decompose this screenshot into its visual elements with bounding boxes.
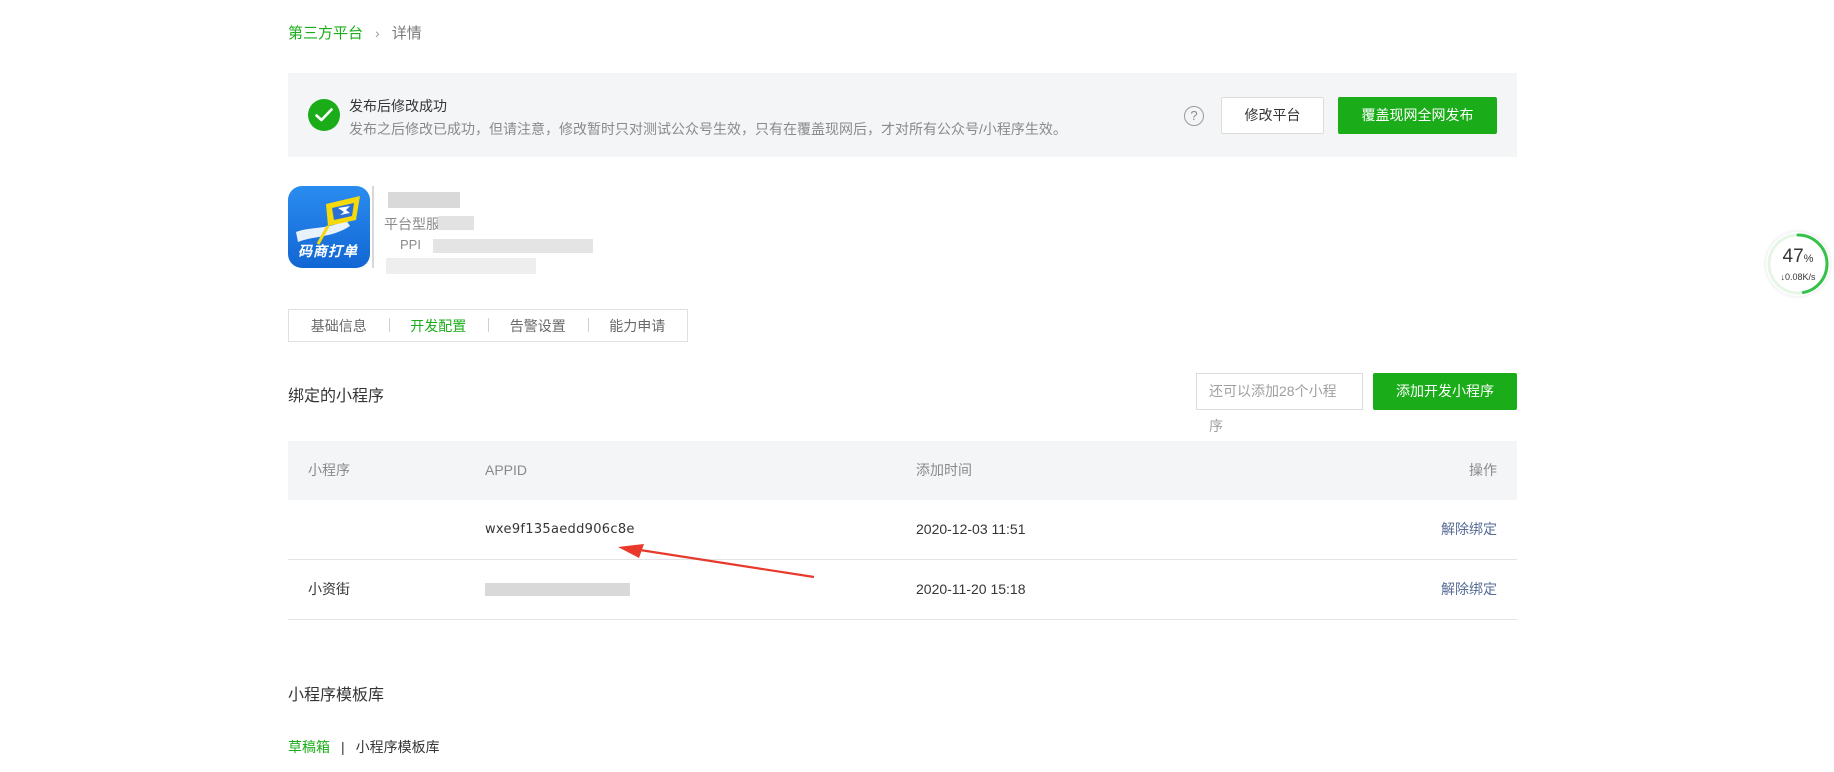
remaining-quota-field: 还可以添加28个小程序: [1196, 373, 1363, 434]
download-rate: ↓0.08K/s: [1780, 272, 1816, 282]
col-header-added-time: 添加时间: [916, 462, 972, 478]
col-header-miniprogram: 小程序: [308, 462, 350, 478]
publish-success-notice: 发布后修改成功 发布之后修改已成功，但请注意，修改暂时只对测试公众号生效，只有在…: [288, 73, 1517, 157]
breadcrumb-current: 详情: [391, 25, 422, 42]
app-extra-redacted: [386, 258, 536, 274]
app-logo-text: 码商打单: [298, 243, 358, 259]
bound-miniprogram-table: 小程序 APPID 添加时间 操作 wxe9f135aedd906c8e 202…: [288, 441, 1517, 620]
full-network-publish-button[interactable]: 覆盖现网全网发布: [1338, 97, 1497, 134]
notice-title: 发布后修改成功: [349, 98, 447, 114]
row-added-time: 2020-12-03 11:51: [916, 521, 1026, 537]
row-appid: wxe9f135aedd906c8e: [485, 522, 635, 537]
row-appid-redacted: [485, 583, 630, 596]
row-added-time: 2020-11-20 15:18: [916, 581, 1026, 597]
col-header-appid: APPID: [485, 462, 528, 478]
modify-platform-button[interactable]: 修改平台: [1221, 97, 1324, 134]
unbind-link[interactable]: 解除绑定: [1441, 500, 1497, 559]
add-dev-miniprogram-button[interactable]: 添加开发小程序: [1373, 373, 1517, 410]
template-library-tabs: 草稿箱 | 小程序模板库: [288, 737, 440, 757]
speed-percent: 47%: [1782, 246, 1814, 267]
tab-alert-settings[interactable]: 告警设置: [488, 316, 588, 336]
help-icon[interactable]: ?: [1184, 106, 1204, 126]
tab-separator: |: [341, 739, 345, 755]
col-header-action: 操作: [1469, 462, 1497, 478]
breadcrumb-chevron-icon: ›: [375, 24, 380, 41]
tab-basic-info[interactable]: 基础信息: [289, 316, 389, 336]
tab-template-library[interactable]: 小程序模板库: [356, 737, 440, 757]
table-header: 小程序 APPID 添加时间 操作: [288, 441, 1517, 500]
app-logo: 码商打单: [288, 186, 370, 268]
app-id-redacted: [433, 239, 593, 253]
check-circle-icon: [308, 99, 340, 131]
detail-tabs: 基础信息 开发配置 告警设置 能力申请: [288, 309, 688, 342]
breadcrumb: 第三方平台 › 详情: [288, 22, 422, 43]
breadcrumb-third-party-platform[interactable]: 第三方平台: [288, 22, 363, 43]
table-row: wxe9f135aedd906c8e 2020-12-03 11:51 解除绑定: [288, 500, 1517, 579]
table-row: 小资街 2020-11-20 15:18 解除绑定: [288, 560, 1517, 620]
tab-capability-apply[interactable]: 能力申请: [587, 316, 688, 336]
app-name-redacted: [388, 192, 460, 208]
notice-description: 发布之后修改已成功，但请注意，修改暂时只对测试公众号生效，只有在覆盖现网后，才对…: [349, 121, 1067, 137]
logo-divider: [372, 186, 374, 268]
unbind-link[interactable]: 解除绑定: [1441, 560, 1497, 619]
app-id-label: PPI: [400, 237, 421, 252]
app-type-redacted: [438, 216, 474, 230]
network-speed-widget[interactable]: 47% ↓0.08K/s: [1766, 232, 1830, 296]
tab-drafts[interactable]: 草稿箱: [288, 737, 330, 757]
bound-miniprogram-title: 绑定的小程序: [288, 388, 385, 405]
row-miniprogram-name: 小资街: [308, 581, 350, 597]
tab-dev-config[interactable]: 开发配置: [388, 316, 489, 336]
template-library-title: 小程序模板库: [288, 687, 385, 704]
